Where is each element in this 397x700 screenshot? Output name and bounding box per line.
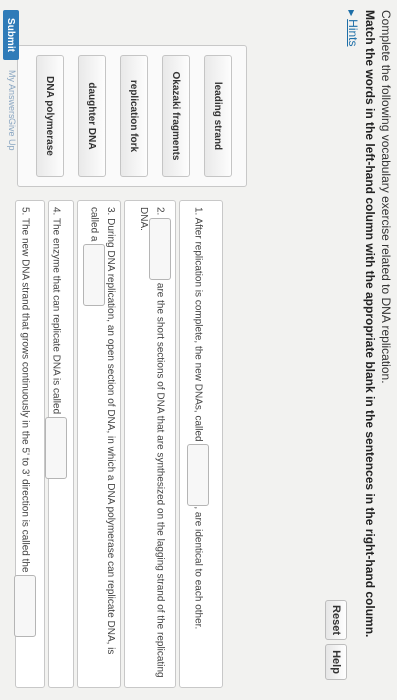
sentence-1: 1. After replication is complete, the ne… [179,200,223,688]
help-button[interactable]: Help [325,644,347,680]
word-replication-fork[interactable]: replication fork [120,55,148,177]
give-up-link[interactable]: Give Up [7,118,17,151]
match-instructions: Match the words in the left-hand column … [363,10,377,638]
drop-target-1[interactable] [187,444,209,507]
my-answers-link[interactable]: My Answers [7,70,17,119]
word-okazaki-fragments[interactable]: Okazaki fragments [162,55,190,177]
exercise-panel: Complete the following vocabulary exerci… [0,0,397,700]
sentence-2: 2. are the short sections of DNA that ar… [124,200,176,688]
reset-button[interactable]: Reset [325,600,347,640]
sentence-5: 5. The new DNA strand that grows continu… [14,200,45,688]
sentence-3: 3. During DNA replication, an open secti… [77,200,121,688]
word-leading-strand[interactable]: leading strand [204,55,232,177]
triangle-right-icon: ▶ [347,10,356,17]
hints-toggle[interactable]: ▶Hints [346,10,360,47]
sentence-4: 4. The enzyme that can replicate DNA is … [45,200,74,688]
instructions-text: Complete the following vocabulary exerci… [379,10,393,384]
drop-target-5[interactable] [14,575,36,638]
word-bank: leading strand Okazaki fragments replica… [17,45,247,187]
drop-target-2[interactable] [149,218,171,281]
submit-button[interactable]: Submit [3,10,19,60]
drop-target-3[interactable] [83,244,105,307]
drop-target-4[interactable] [45,416,67,479]
word-dna-polymerase[interactable]: DNA polymerase [36,55,64,177]
word-daughter-dna[interactable]: daughter DNA [78,55,106,177]
